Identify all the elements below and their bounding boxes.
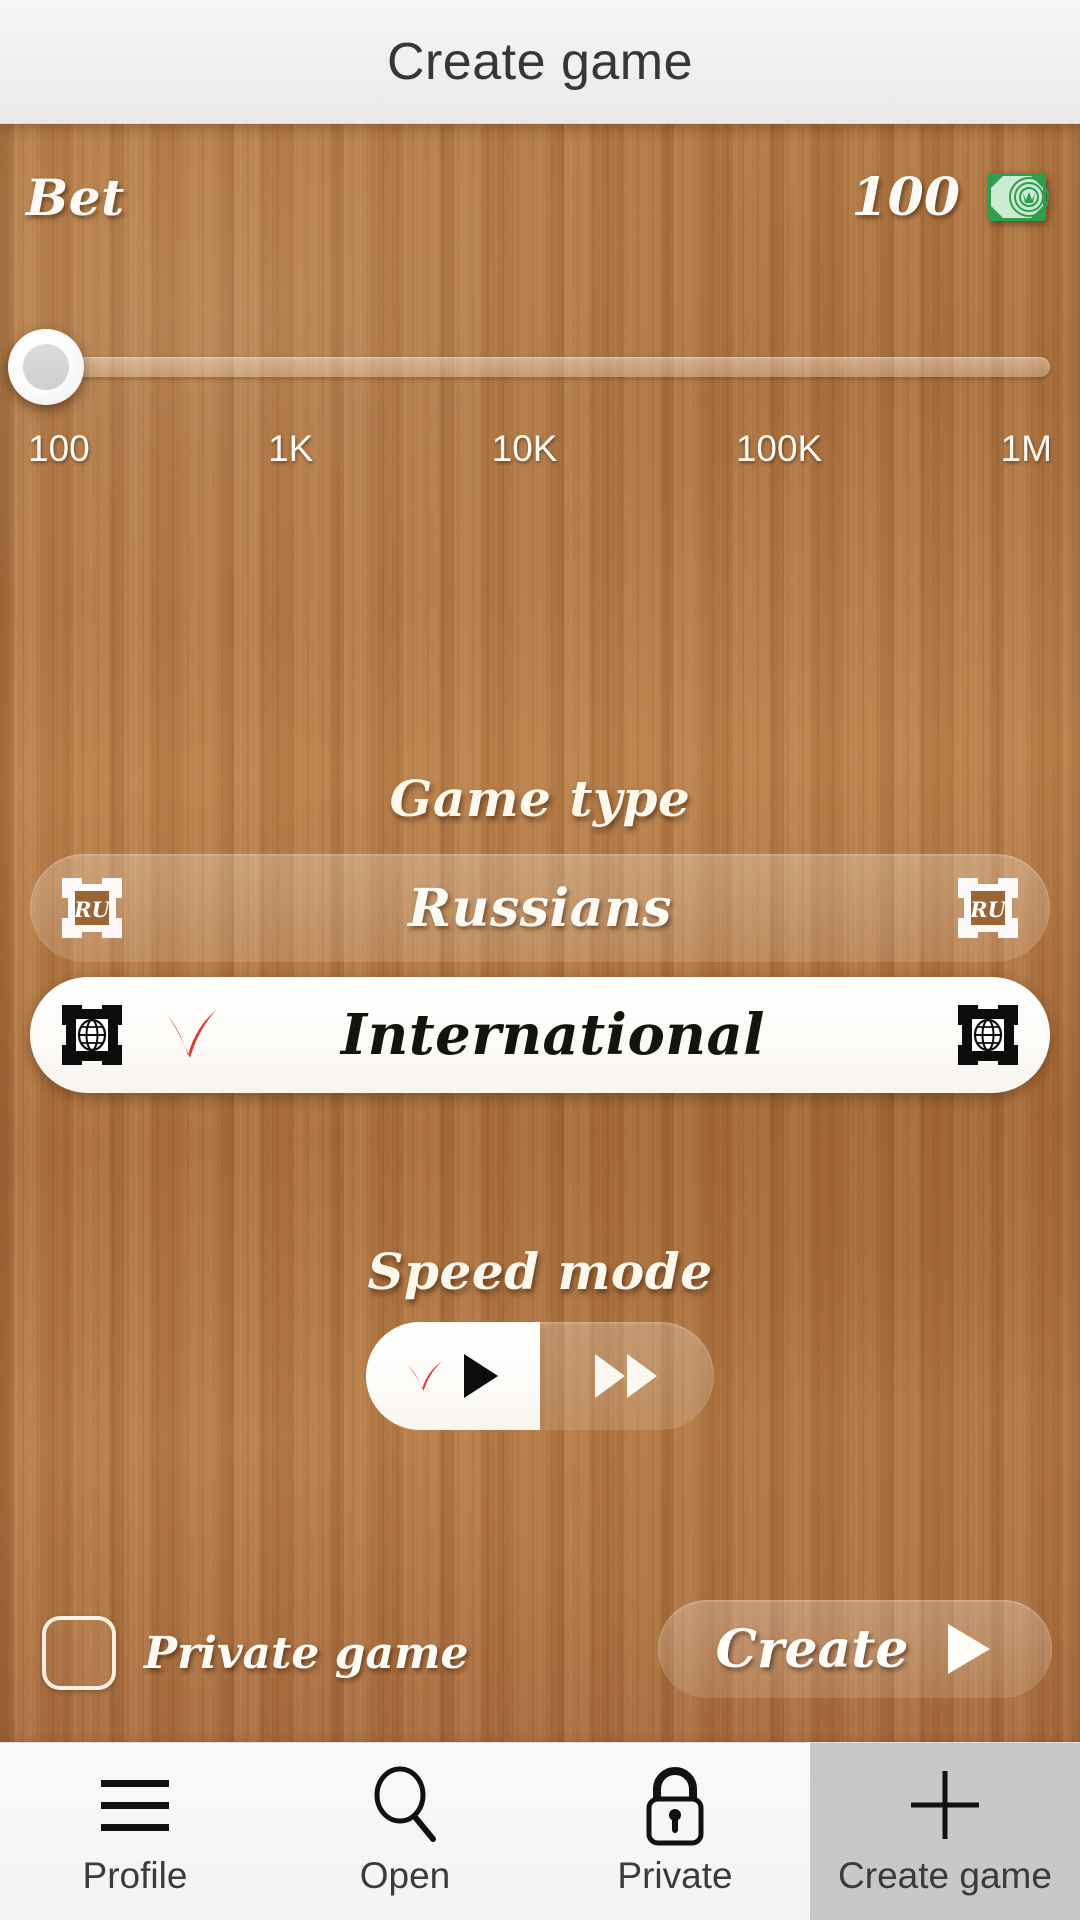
bet-slider[interactable] — [0, 329, 1080, 409]
nav-item-create-game[interactable]: Create game — [810, 1743, 1080, 1920]
slider-track[interactable] — [28, 357, 1050, 377]
bet-label: Bet — [26, 167, 125, 227]
ru-board-icon: RU — [958, 878, 1018, 938]
slider-tick-labels: 100 1K 10K 100K 1M — [0, 424, 1080, 474]
slider-tick: 10K — [491, 428, 558, 469]
check-icon — [408, 1361, 442, 1391]
speed-mode-toggle[interactable] — [366, 1322, 714, 1430]
checkbox-unchecked-icon[interactable] — [42, 1616, 116, 1690]
nav-item-open[interactable]: Open — [270, 1743, 540, 1920]
game-type-label-international: International — [340, 1002, 766, 1068]
page-title: Create game — [386, 32, 694, 91]
nav-label-open: Open — [359, 1854, 451, 1896]
plus-icon — [903, 1767, 987, 1843]
search-icon — [363, 1766, 447, 1843]
game-type-label-russians: Russians — [407, 877, 673, 939]
fast-forward-icon — [595, 1354, 657, 1398]
speed-option-normal[interactable] — [366, 1322, 540, 1430]
nav-label-profile: Profile — [82, 1854, 188, 1896]
private-game-row[interactable]: Private game — [42, 1616, 469, 1690]
slider-tick: 100K — [735, 428, 823, 469]
lock-icon — [636, 1766, 714, 1845]
create-button[interactable]: Create — [658, 1600, 1052, 1698]
banknote-icon — [988, 173, 1049, 221]
speed-option-fast[interactable] — [540, 1322, 714, 1430]
slider-knob[interactable] — [8, 329, 84, 405]
globe-board-icon — [62, 1005, 122, 1065]
play-icon — [464, 1354, 498, 1398]
header-bar: Create game — [0, 0, 1080, 124]
game-type-option-international[interactable]: International — [30, 977, 1050, 1093]
menu-icon — [93, 1767, 177, 1843]
ru-board-icon: RU — [62, 878, 122, 938]
create-button-label: Create — [715, 1618, 909, 1680]
bottom-nav: Profile Open Private Create game — [0, 1742, 1080, 1920]
slider-tick: 1K — [268, 428, 314, 469]
nav-item-profile[interactable]: Profile — [0, 1743, 270, 1920]
app-screen: Create game Bet 100 100 1K 10K 100K 1M G… — [0, 0, 1080, 1920]
wood-panel: Bet 100 100 1K 10K 100K 1M Game type RU … — [0, 124, 1080, 1742]
game-type-heading: Game type — [389, 769, 691, 828]
selected-check — [152, 1006, 232, 1064]
nav-label-create-game: Create game — [838, 1854, 1052, 1896]
game-type-option-russians[interactable]: RU Russians RU — [30, 854, 1050, 962]
speed-mode-heading: Speed mode — [367, 1242, 713, 1301]
play-arrow-icon — [948, 1624, 991, 1674]
slider-tick: 1M — [1000, 428, 1052, 469]
nav-item-private[interactable]: Private — [540, 1743, 810, 1920]
globe-board-icon — [958, 1005, 1018, 1065]
check-icon — [168, 1010, 216, 1058]
nav-label-private: Private — [617, 1854, 733, 1896]
ru-icon-text: RU — [969, 897, 1007, 922]
bet-value: 100 — [851, 166, 960, 228]
bet-row: Bet 100 — [0, 152, 1080, 242]
ru-icon-text: RU — [73, 897, 111, 922]
private-game-label: Private game — [144, 1627, 469, 1679]
slider-tick: 100 — [28, 428, 90, 469]
